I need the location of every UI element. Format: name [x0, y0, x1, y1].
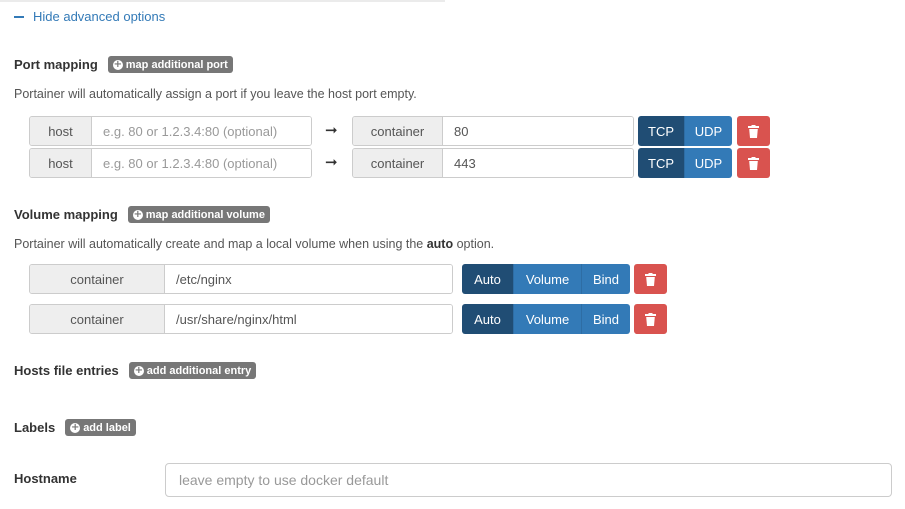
host-port-input[interactable]: e.g. 80 or 1.2.3.4:80 (optional)	[92, 149, 311, 177]
trash-icon	[748, 124, 759, 138]
container-addon: container	[30, 265, 165, 293]
arrow-right-icon: ➞	[325, 122, 338, 139]
auto-button[interactable]: Auto	[462, 264, 514, 294]
volume-type-toggle: Auto Volume Bind	[462, 264, 630, 294]
port-mapping-title: Port mapping	[14, 57, 98, 72]
protocol-toggle: TCP UDP	[638, 148, 732, 178]
volume-container-group: container /usr/share/nginx/html	[29, 304, 453, 334]
trash-icon	[645, 272, 656, 286]
remove-volume-button[interactable]	[634, 304, 667, 334]
hostname-title: Hostname	[14, 471, 77, 486]
volume-button[interactable]: Volume	[514, 264, 582, 294]
trash-icon	[748, 156, 759, 170]
volume-mapping-title: Volume mapping	[14, 207, 118, 222]
plus-circle-icon: +	[133, 364, 144, 376]
remove-port-button[interactable]	[737, 148, 770, 178]
labels-title: Labels	[14, 420, 56, 435]
host-port-input[interactable]: e.g. 80 or 1.2.3.4:80 (optional)	[92, 117, 311, 145]
arrow-right-icon: ➞	[325, 154, 338, 171]
map-additional-volume-button[interactable]: + map additional volume	[127, 206, 270, 223]
container-port-group: container 80	[352, 116, 634, 146]
volume-help-bold: auto	[426, 237, 454, 251]
auto-button[interactable]: Auto	[462, 304, 514, 334]
volume-button[interactable]: Volume	[514, 304, 582, 334]
bind-button[interactable]: Bind	[582, 304, 630, 334]
container-port-group: container 443	[352, 148, 634, 178]
host-addon: host	[30, 117, 92, 145]
labels-header: Labels + add label	[14, 419, 136, 436]
volume-mapping-header: Volume mapping + map additional volume	[14, 206, 270, 223]
volume-mapping-help: Portainer will automatically create and …	[14, 237, 494, 251]
add-additional-entry-button[interactable]: + add additional entry	[128, 362, 257, 379]
add-additional-entry-label: add additional entry	[146, 364, 252, 377]
host-port-group: host e.g. 80 or 1.2.3.4:80 (optional)	[29, 148, 312, 178]
bind-button[interactable]: Bind	[582, 264, 630, 294]
hide-advanced-options-label: Hide advanced options	[33, 9, 166, 24]
add-label-label: add label	[83, 421, 131, 434]
volume-container-group: container /etc/nginx	[29, 264, 453, 294]
udp-button[interactable]: UDP	[685, 116, 732, 146]
remove-port-button[interactable]	[737, 116, 770, 146]
volume-help-text: Portainer will automatically create and …	[14, 237, 427, 251]
plus-circle-icon: +	[70, 421, 81, 433]
add-label-button[interactable]: + add label	[65, 419, 136, 436]
volume-help-suffix: option.	[453, 237, 495, 251]
map-additional-port-button[interactable]: + map additional port	[107, 56, 233, 73]
host-port-group: host e.g. 80 or 1.2.3.4:80 (optional)	[29, 116, 312, 146]
container-addon: container	[353, 117, 443, 145]
hide-advanced-options-link[interactable]: Hide advanced options	[14, 9, 165, 24]
container-port-input[interactable]: 80	[443, 117, 633, 145]
udp-button[interactable]: UDP	[685, 148, 732, 178]
port-mapping-header: Port mapping + map additional port	[14, 56, 233, 73]
trash-icon	[645, 312, 656, 326]
tcp-button[interactable]: TCP	[638, 116, 685, 146]
remove-volume-button[interactable]	[634, 264, 667, 294]
container-addon: container	[30, 305, 165, 333]
hosts-file-header: Hosts file entries + add additional entr…	[14, 362, 257, 379]
map-additional-port-label: map additional port	[125, 58, 228, 71]
container-path-input[interactable]: /etc/nginx	[165, 265, 452, 293]
hostname-input[interactable]	[165, 463, 892, 497]
host-addon: host	[30, 149, 92, 177]
hostname-header: Hostname	[14, 471, 77, 486]
container-path-input[interactable]: /usr/share/nginx/html	[165, 305, 452, 333]
top-divider	[0, 0, 445, 2]
plus-circle-icon: +	[132, 208, 143, 220]
port-mapping-help: Portainer will automatically assign a po…	[14, 87, 417, 101]
container-addon: container	[353, 149, 443, 177]
map-additional-volume-label: map additional volume	[145, 208, 265, 221]
minus-icon	[14, 15, 24, 18]
protocol-toggle: TCP UDP	[638, 116, 732, 146]
plus-circle-icon: +	[112, 58, 123, 70]
hosts-file-title: Hosts file entries	[14, 363, 119, 378]
container-port-input[interactable]: 443	[443, 149, 633, 177]
tcp-button[interactable]: TCP	[638, 148, 685, 178]
volume-type-toggle: Auto Volume Bind	[462, 304, 630, 334]
